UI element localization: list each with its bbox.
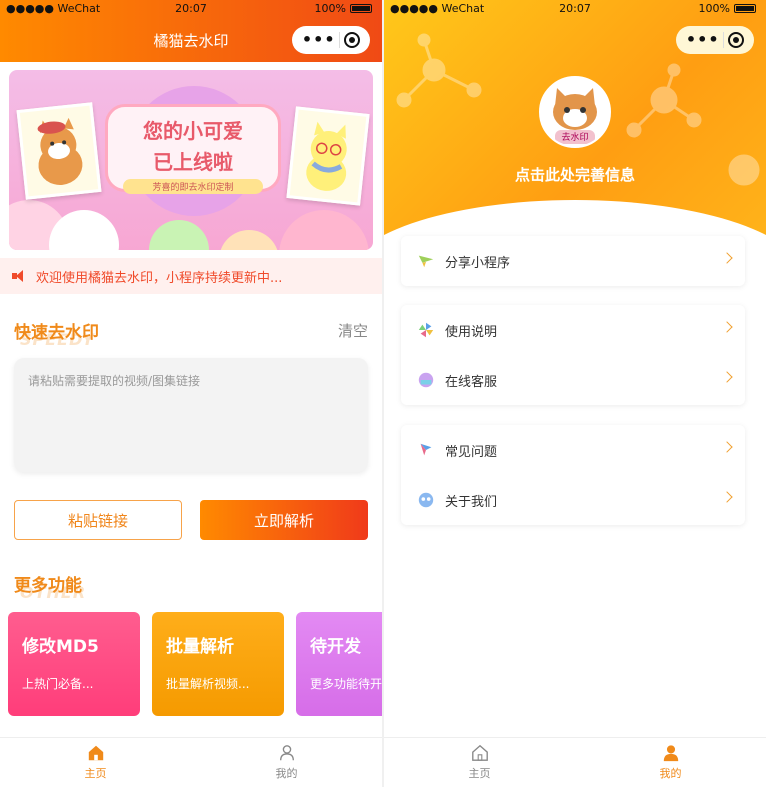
home-screen: 橘猫去水印 ••• ●●●●● WeChat 20:07 100% 您的小可爱 … bbox=[0, 0, 382, 787]
quick-section-title: 快速去水印 bbox=[14, 323, 99, 343]
menu-group-help: 使用说明 在线客服 bbox=[401, 305, 745, 405]
shiba-picture bbox=[16, 102, 102, 200]
home-icon bbox=[88, 745, 103, 761]
menu-item-faq[interactable]: 常见问题 bbox=[401, 425, 745, 475]
banner-line-2: 已上线啦 bbox=[153, 150, 233, 174]
banner-bg-circle bbox=[149, 220, 209, 250]
menu-item-service[interactable]: 在线客服 bbox=[401, 355, 745, 405]
chevron-right-icon bbox=[721, 371, 733, 383]
banner-line-3: 芳喜的即去水印定制 bbox=[123, 179, 263, 194]
tab-label: 我的 bbox=[275, 767, 298, 780]
banner-line-1: 您的小可爱 bbox=[143, 119, 243, 143]
battery-icon bbox=[734, 4, 756, 13]
tab-label: 我的 bbox=[659, 767, 682, 780]
banner-bubble: 您的小可爱 已上线啦 芳喜的即去水印定制 bbox=[105, 104, 281, 194]
tab-label: 主页 bbox=[468, 767, 491, 780]
profile-header: ●●●●● WeChat 20:07 100% ••• 去水印 点击此处完善信息 bbox=[384, 0, 766, 280]
more-icon[interactable]: ••• bbox=[686, 26, 720, 54]
mini-program-capsule: ••• bbox=[676, 26, 754, 54]
close-icon[interactable] bbox=[728, 32, 745, 48]
tab-bar: 主页 我的 bbox=[0, 737, 382, 787]
feature-card-pending[interactable]: 待开发 更多功能待开发 bbox=[296, 612, 382, 716]
card-title: 批量解析 bbox=[166, 637, 234, 657]
mini-program-capsule: ••• bbox=[292, 26, 370, 54]
menu-item-instructions[interactable]: 使用说明 bbox=[401, 305, 745, 355]
notice-bar: 欢迎使用橘猫去水印，小程序持续更新中... bbox=[0, 258, 382, 294]
menu-item-label: 关于我们 bbox=[445, 494, 498, 510]
tab-mine[interactable]: 我的 bbox=[191, 738, 382, 787]
home-icon bbox=[471, 744, 488, 761]
parse-now-button[interactable]: 立即解析 bbox=[200, 500, 368, 540]
chevron-right-icon bbox=[721, 321, 733, 333]
complete-info-prompt[interactable]: 点击此处完善信息 bbox=[384, 164, 766, 185]
kite-icon bbox=[420, 443, 432, 456]
tab-home[interactable]: 主页 bbox=[0, 738, 191, 787]
tab-mine[interactable]: 我的 bbox=[575, 738, 766, 787]
card-subtitle: 上热门必备... bbox=[22, 677, 94, 691]
card-title: 待开发 bbox=[310, 637, 361, 657]
battery-label: 100% bbox=[698, 2, 730, 15]
avatar-text: 去水印 bbox=[561, 131, 588, 143]
status-bar: ●●●●● WeChat 20:07 100% bbox=[384, 0, 766, 18]
banner-bg-circle bbox=[219, 230, 279, 250]
tab-label: 主页 bbox=[84, 767, 107, 780]
battery-label: 100% bbox=[314, 2, 346, 15]
capsule-divider bbox=[723, 32, 725, 48]
cat-avatar-icon: 去水印 bbox=[541, 78, 609, 146]
pinwheel-icon bbox=[418, 322, 434, 338]
more-icon[interactable]: ••• bbox=[302, 26, 336, 54]
menu-item-share[interactable]: 分享小程序 bbox=[401, 236, 745, 286]
chevron-right-icon bbox=[721, 252, 733, 264]
notice-text: 欢迎使用橘猫去水印，小程序持续更新中... bbox=[36, 270, 283, 286]
menu-item-about[interactable]: 关于我们 bbox=[401, 475, 745, 525]
card-subtitle: 批量解析视频... bbox=[166, 677, 250, 691]
banner-bg-circle bbox=[279, 210, 369, 250]
menu-item-label: 使用说明 bbox=[445, 324, 498, 340]
battery-indicator: 100% bbox=[315, 2, 372, 15]
more-section-title: 更多功能 bbox=[14, 576, 82, 596]
menu-item-label: 在线客服 bbox=[445, 374, 498, 390]
speaker-icon bbox=[12, 270, 28, 282]
battery-icon bbox=[350, 4, 372, 13]
chevron-right-icon bbox=[721, 441, 733, 453]
cat-icon bbox=[306, 121, 347, 191]
feature-card-batch[interactable]: 批量解析 批量解析视频... bbox=[152, 612, 284, 716]
promo-banner[interactable]: 您的小可爱 已上线啦 芳喜的即去水印定制 bbox=[9, 70, 373, 250]
menu-item-label: 常见问题 bbox=[445, 444, 498, 460]
card-subtitle: 更多功能待开发 bbox=[310, 677, 382, 691]
battery-indicator: 100% bbox=[699, 2, 756, 15]
status-bar: ●●●●● WeChat 20:07 100% bbox=[0, 0, 382, 18]
card-title: 修改MD5 bbox=[22, 637, 99, 657]
close-icon[interactable] bbox=[344, 32, 361, 48]
chevron-right-icon bbox=[721, 491, 733, 503]
avatar[interactable]: 去水印 bbox=[539, 76, 611, 148]
user-icon bbox=[663, 745, 678, 762]
tab-home[interactable]: 主页 bbox=[384, 738, 575, 787]
feature-card-md5[interactable]: 修改MD5 上热门必备... bbox=[8, 612, 140, 716]
user-icon bbox=[279, 745, 294, 761]
about-icon bbox=[418, 492, 434, 508]
menu-group-about: 常见问题 关于我们 bbox=[401, 425, 745, 525]
cat-picture bbox=[286, 106, 370, 206]
paste-link-button[interactable]: 粘贴链接 bbox=[14, 500, 182, 540]
clear-button[interactable]: 清空 bbox=[338, 320, 368, 341]
capsule-divider bbox=[339, 32, 341, 48]
share-icon bbox=[418, 255, 434, 268]
service-icon bbox=[418, 372, 434, 388]
dog-icon bbox=[37, 117, 83, 185]
profile-screen: ●●●●● WeChat 20:07 100% ••• 去水印 点击此处完善信息… bbox=[384, 0, 766, 787]
feature-cards: 修改MD5 上热门必备... 批量解析 批量解析视频... 待开发 更多功能待开… bbox=[8, 612, 382, 716]
link-input[interactable]: 请粘贴需要提取的视频/图集链接 bbox=[14, 358, 368, 472]
menu-item-label: 分享小程序 bbox=[445, 255, 511, 271]
menu-group-share: 分享小程序 bbox=[401, 236, 745, 286]
tab-bar: 主页 我的 bbox=[384, 737, 766, 787]
